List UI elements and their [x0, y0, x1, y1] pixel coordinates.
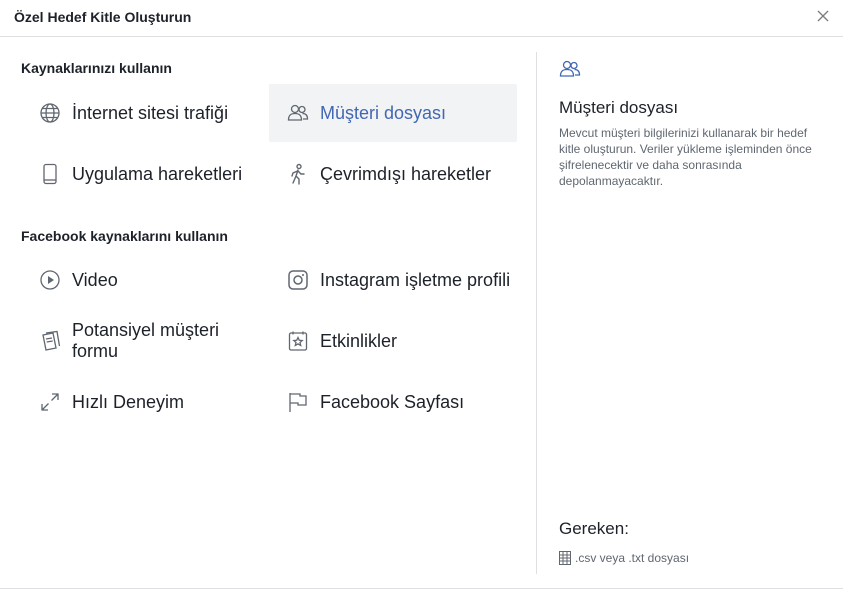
flag-icon	[287, 391, 309, 413]
star-calendar-icon	[287, 330, 309, 352]
section-title-your-sources: Kaynaklarınızı kullanın	[21, 60, 172, 76]
dialog-header: Özel Hedef Kitle Oluşturun	[0, 0, 843, 37]
option-label: Çevrimdışı hareketler	[320, 163, 492, 184]
instagram-icon	[287, 269, 309, 291]
option-label: Hızlı Deneyim	[72, 391, 185, 412]
option-label: Video	[72, 269, 118, 290]
option-label: İnternet sitesi trafiği	[72, 102, 229, 123]
option-instagram-profile[interactable]: Instagram işletme profili	[269, 251, 529, 309]
file-requirement-text: .csv veya .txt dosyası	[575, 551, 690, 565]
option-instant-experience[interactable]: Hızlı Deneyim	[21, 373, 269, 431]
option-lead-form[interactable]: Potansiyel müşteri formu	[21, 312, 269, 370]
detail-title: Müşteri dosyası	[559, 98, 679, 117]
detail-panel: Müşteri dosyası Mevcut müşteri bilgileri…	[537, 37, 843, 577]
source-options-panel: Kaynaklarınızı kullanın İnternet sitesi …	[0, 37, 536, 577]
option-events[interactable]: Etkinlikler	[269, 312, 517, 370]
people-icon	[559, 58, 581, 80]
option-app-activity[interactable]: Uygulama hareketleri	[21, 145, 269, 203]
option-customer-file[interactable]: Müşteri dosyası	[269, 84, 517, 142]
expand-icon	[39, 391, 61, 413]
walking-person-icon	[287, 163, 309, 185]
option-label: Facebook Sayfası	[320, 391, 465, 412]
mobile-icon	[39, 163, 61, 185]
requirements-label: Gereken:	[559, 519, 629, 538]
option-label: Uygulama hareketleri	[72, 163, 243, 184]
detail-description: Mevcut müşteri bilgilerinizi kullanarak …	[559, 126, 812, 188]
option-offline-activity[interactable]: Çevrimdışı hareketler	[269, 145, 517, 203]
option-facebook-page[interactable]: Facebook Sayfası	[269, 373, 517, 431]
option-video[interactable]: Video	[21, 251, 269, 309]
form-icon	[39, 330, 61, 352]
option-label: Müşteri dosyası	[320, 102, 447, 123]
dialog-title: Özel Hedef Kitle Oluşturun	[14, 9, 192, 25]
option-label: Etkinlikler	[320, 330, 398, 351]
spreadsheet-icon	[559, 551, 571, 565]
play-icon	[39, 269, 61, 291]
file-requirement: .csv veya .txt dosyası	[559, 551, 689, 565]
section-title-facebook-sources: Facebook kaynaklarını kullanın	[21, 228, 228, 244]
option-website-traffic[interactable]: İnternet sitesi trafiği	[21, 84, 269, 142]
option-label: Potansiyel müşteri formu	[72, 320, 220, 361]
footer-divider	[0, 588, 843, 589]
create-custom-audience-dialog: Özel Hedef Kitle Oluşturun Kaynaklarınız…	[0, 0, 843, 595]
people-icon	[287, 102, 309, 124]
globe-icon	[39, 102, 61, 124]
close-icon[interactable]	[813, 6, 833, 26]
option-label: Instagram işletme profili	[320, 269, 511, 290]
